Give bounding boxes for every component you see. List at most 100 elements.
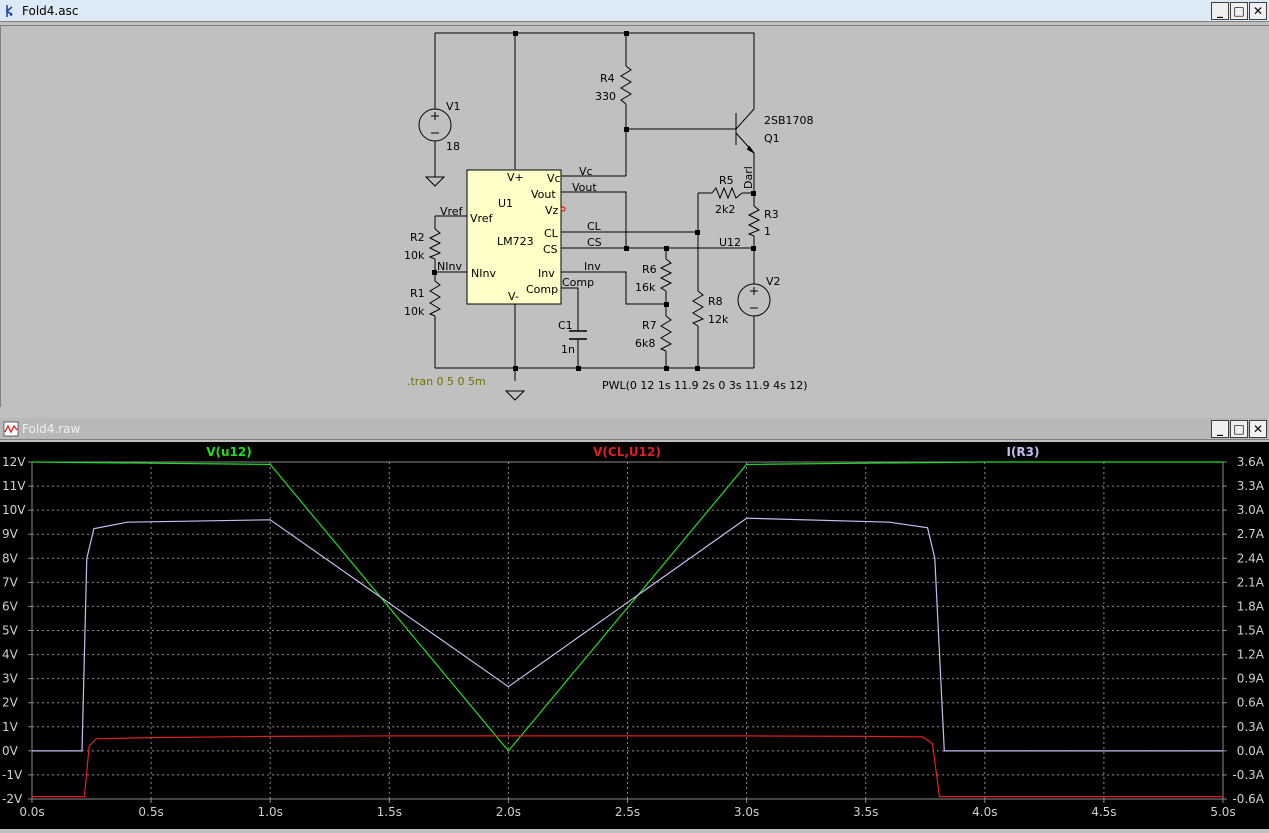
y-right-tick-label: 2.7A [1237,527,1265,541]
u1-pin-comp: Comp [526,283,558,296]
schematic-window: Fold4.asc _ □ ✕ V1 18 R4 330 2SB1708 Q1 … [0,0,1269,412]
y-right-tick-label: 2.1A [1237,575,1265,589]
r1-value: 10k [404,305,425,318]
y-right-tick-label: 0.0A [1237,744,1265,758]
x-tick-label: 1.5s [377,805,402,819]
x-tick-label: 4.5s [1091,805,1116,819]
net-comp: Comp [562,276,594,289]
x-tick-label: 0.5s [138,805,163,819]
v2-name: V2 [766,275,781,288]
y-left-tick-label: 1V [2,720,19,734]
minimize-button[interactable]: _ [1211,420,1229,438]
r2-value: 10k [404,249,425,262]
net-vref: Vref [440,205,464,218]
net-inv: Inv [584,260,601,273]
net-cl: CL [587,220,602,233]
y-left-tick-label: 6V [2,599,19,613]
y-right-tick-label: 3.6A [1237,455,1265,469]
x-tick-label: 2.0s [496,805,521,819]
net-cs: CS [587,236,602,249]
x-tick-label: 3.0s [734,805,759,819]
schematic-titlebar[interactable]: Fold4.asc _ □ ✕ [0,0,1269,22]
x-tick-label: 2.5s [615,805,640,819]
waveform-chart[interactable]: 0.0s 0.5s 1.0s 1.5s 2.0s 2.5s 3.0s 3.5s 4.0s 4.5s… [0,442,1269,829]
y-left-tick-label: 11V [2,479,26,493]
net-vc: Vc [579,165,593,178]
r6-value: 16k [635,281,656,294]
schematic-canvas[interactable]: V1 18 R4 330 2SB1708 Q1 V+ Vc Vout Vz U1… [0,25,1269,407]
minimize-button[interactable]: _ [1211,2,1229,20]
u1-pin-vref: Vref [470,212,494,225]
r4-value: 330 [595,90,616,103]
u1-pin-vout: Vout [531,188,556,201]
y-left-tick-label: 9V [2,527,19,541]
plot-pane[interactable]: 0.0s 0.5s 1.0s 1.5s 2.0s 2.5s 3.0s 3.5s 4.0s 4.5s… [0,442,1269,829]
c1-value: 1n [561,343,575,356]
u1-pin-vminus: V- [508,290,519,303]
y-right-tick-label: 0.6A [1237,696,1265,710]
y-left-tick-label: -1V [2,768,23,782]
v1-name: V1 [446,100,461,113]
c1-name: C1 [558,319,573,332]
plot-titlebar[interactable]: Fold4.raw _ □ ✕ [0,418,1269,440]
r4-name: R4 [600,72,615,85]
v1-value: 18 [446,140,460,153]
close-icon: ✕ [1252,4,1264,18]
r7-value: 6k8 [635,337,655,350]
close-icon: ✕ [1252,422,1264,436]
u1-part: LM723 [497,235,534,248]
y-right-tick-label: 3.0A [1237,503,1265,517]
legend-label-0: V(u12) [206,445,252,459]
u1-pin-vc: Vc [547,172,561,185]
y-right-tick-label: 1.5A [1237,624,1265,638]
y-right-tick-label: 0.3A [1237,720,1265,734]
maximize-icon: □ [1233,4,1245,18]
y-left-tick-label: 7V [2,575,19,589]
r5-name: R5 [719,174,734,187]
maximize-button[interactable]: □ [1230,2,1248,20]
tran-directive[interactable]: .tran 0 5 0 5m [407,375,486,388]
y-left-tick-label: 4V [2,648,19,662]
net-darl: Darl [742,166,755,189]
y-right-tick-label: 1.2A [1237,648,1265,662]
close-button[interactable]: ✕ [1249,420,1267,438]
r5-value: 2k2 [715,203,735,216]
y-right-tick-label: 0.9A [1237,672,1265,686]
capacitor-symbol [569,330,587,340]
net-ninv: NInv [437,260,462,273]
y-right-tick-label: -0.6A [1232,792,1264,806]
close-button[interactable]: ✕ [1249,2,1267,20]
pwl-directive: PWL(0 12 1s 11.9 2s 0 3s 11.9 4s 12) [602,379,808,392]
minimize-icon: _ [1217,422,1223,436]
y-right-tick-label: 2.4A [1237,551,1265,565]
r6-name: R6 [642,263,657,276]
u1-pin-cl: CL [544,227,559,240]
schematic-title: Fold4.asc [22,3,79,18]
y-right-tick-label: -0.3A [1232,768,1264,782]
r8-value: 12k [708,313,729,326]
u1-name: U1 [498,197,513,210]
r3-name: R3 [764,208,779,221]
waveform-icon [3,421,19,436]
y-left-tick-label: 3V [2,672,19,686]
r3-value: 1 [764,225,771,238]
x-tick-label: 0.0s [19,805,44,819]
y-left-tick-label: 0V [2,744,19,758]
q1-part: 2SB1708 [764,114,814,127]
u1-pin-vplus: V+ [507,171,524,184]
maximize-icon: □ [1233,422,1245,436]
u1-pin-cs: CS [543,243,558,256]
legend-label-1: V(CL,U12) [593,445,661,459]
y-right-tick-label: 3.3A [1237,479,1265,493]
x-tick-label: 1.0s [258,805,283,819]
x-tick-label: 4.0s [972,805,997,819]
r2-name: R2 [410,231,425,244]
y-left-tick-label: 2V [2,696,19,710]
plot-title: Fold4.raw [22,421,81,436]
schematic-icon [6,4,13,17]
legend-label-2: I(R3) [1006,445,1039,459]
r7-name: R7 [642,319,657,332]
y-left-tick-label: -2V [2,792,23,806]
u1-pin-vz: Vz [545,204,559,217]
maximize-button[interactable]: □ [1230,420,1248,438]
